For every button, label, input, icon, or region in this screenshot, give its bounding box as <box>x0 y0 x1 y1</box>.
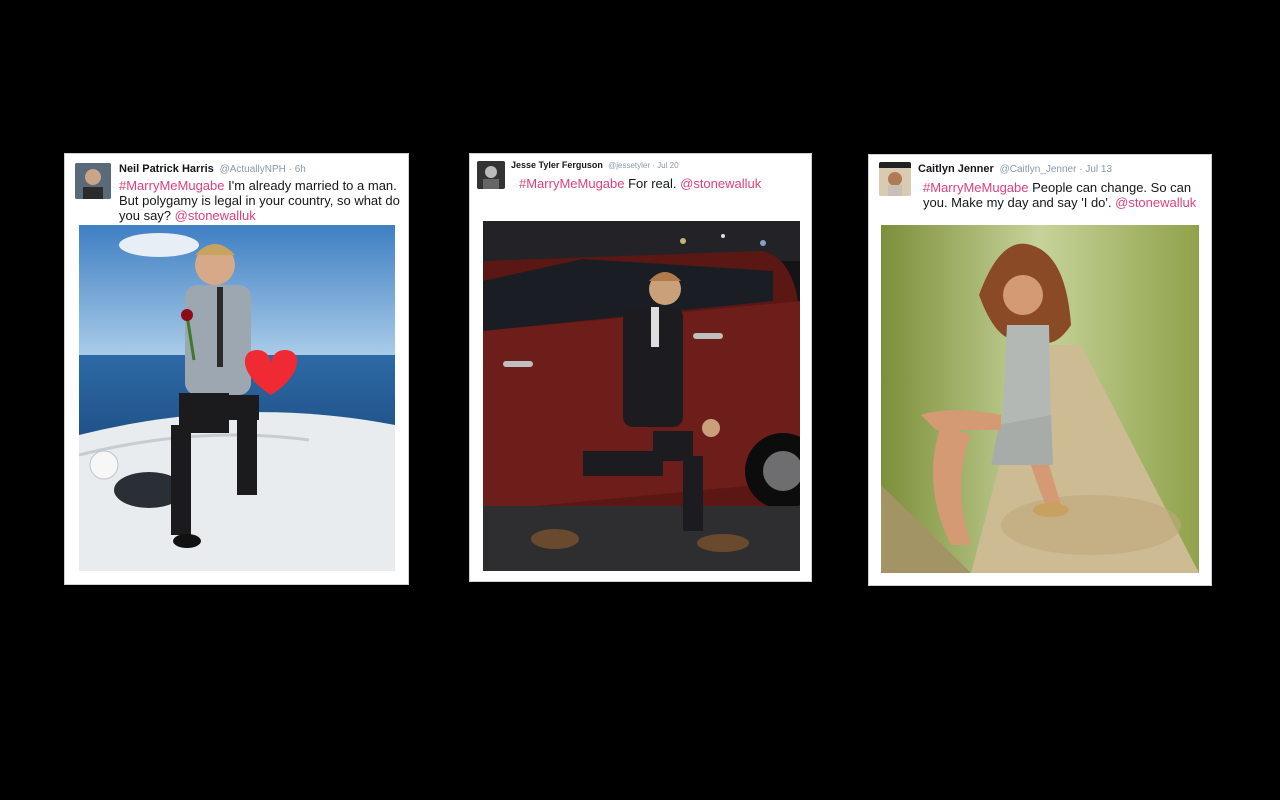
mention-link[interactable]: @stonewalluk <box>1115 195 1196 210</box>
timestamp[interactable]: Jul 13 <box>1085 164 1112 175</box>
tweet-meta: Jesse Tyler Ferguson @jessetyler · Jul 2… <box>511 160 679 170</box>
tweet-text: #MarryMeMugabe I'm already married to a … <box>119 178 401 223</box>
display-name[interactable]: Caitlyn Jenner <box>918 163 994 175</box>
profile-photo-icon <box>75 163 111 199</box>
tweet-card-nph[interactable]: Neil Patrick Harris @ActuallyNPH · 6h #M… <box>64 153 409 585</box>
mention-link[interactable]: @stonewalluk <box>680 176 761 191</box>
tweet-photo[interactable] <box>79 225 395 571</box>
mention-link[interactable]: @stonewalluk <box>175 208 256 223</box>
tweet-photo[interactable] <box>483 221 800 571</box>
timestamp[interactable]: 6h <box>295 164 306 175</box>
tweet-meta: Caitlyn Jenner @Caitlyn_Jenner · Jul 13 <box>918 163 1112 175</box>
separator: · <box>288 164 292 175</box>
display-name[interactable]: Jesse Tyler Ferguson <box>511 160 603 170</box>
magazine-cover-icon <box>879 162 911 196</box>
tweet-card-jtf[interactable]: Jesse Tyler Ferguson @jessetyler · Jul 2… <box>469 153 812 582</box>
user-handle[interactable]: @jessetyler <box>608 161 650 170</box>
tweet-photo[interactable] <box>881 225 1199 573</box>
user-handle[interactable]: @Caitlyn_Jenner <box>1000 164 1077 175</box>
tweet-meta: Neil Patrick Harris @ActuallyNPH · 6h <box>119 163 306 175</box>
avatar[interactable] <box>75 163 111 199</box>
man-kneeling-beside-red-car-icon <box>483 221 800 571</box>
tweet-text: #MarryMeMugabe People can change. So can… <box>923 180 1205 210</box>
hashtag-link[interactable]: #MarryMeMugabe <box>119 178 225 193</box>
woman-kneeling-on-forest-path-icon <box>881 225 1199 573</box>
tweet-body: For real. <box>624 176 681 191</box>
man-kneeling-on-boat-with-rose-and-heart-icon <box>79 225 395 571</box>
profile-photo-icon <box>477 161 505 189</box>
separator: · <box>1079 164 1083 175</box>
user-handle[interactable]: @ActuallyNPH <box>220 164 286 175</box>
display-name[interactable]: Neil Patrick Harris <box>119 163 214 175</box>
hashtag-link[interactable]: #MarryMeMugabe <box>519 176 625 191</box>
hashtag-link[interactable]: #MarryMeMugabe <box>923 180 1029 195</box>
avatar[interactable] <box>477 161 505 189</box>
tweet-text: #MarryMeMugabe For real. @stonewalluk <box>519 176 804 191</box>
avatar[interactable] <box>879 162 911 196</box>
timestamp[interactable]: Jul 20 <box>657 161 678 170</box>
tweet-card-cj[interactable]: Caitlyn Jenner @Caitlyn_Jenner · Jul 13 … <box>868 154 1212 586</box>
separator: · <box>652 161 655 170</box>
